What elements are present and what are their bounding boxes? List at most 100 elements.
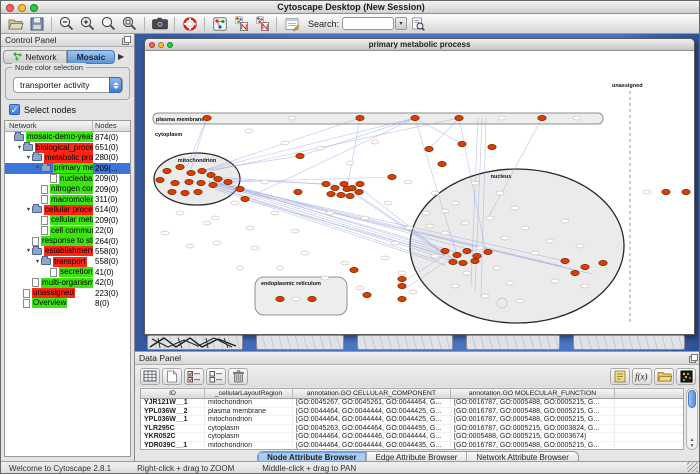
network-node[interactable]: [363, 292, 371, 297]
table-cell[interactable]: [GO:0045267, GO:0045261, GO:0044464, G..…: [293, 399, 451, 407]
float-panel-icon[interactable]: [122, 36, 131, 47]
tab-mosaic[interactable]: Mosaic: [67, 50, 115, 64]
column-header[interactable]: ID: [141, 389, 205, 399]
table-cell[interactable]: [GO:0016787, GO:0005488, GO:0005215, G..…: [451, 416, 615, 424]
table-row[interactable]: YPL036W__2plasma membrane[GO:0044464, GO…: [141, 408, 683, 417]
network-node[interactable]: [168, 189, 176, 194]
network-node[interactable]: [538, 115, 546, 120]
tree-row[interactable]: unassigned223(0): [5, 288, 130, 298]
table-cell[interactable]: YPL036W__2: [141, 408, 205, 416]
tree-row[interactable]: nitrogen compo209(0): [5, 184, 130, 194]
open-session-icon[interactable]: [5, 15, 26, 33]
network-node[interactable]: [425, 146, 433, 151]
network-node[interactable]: [156, 177, 164, 182]
region-plasma-membrane[interactable]: [153, 113, 603, 124]
tree-row[interactable]: ▼primary metabo209(...: [5, 163, 130, 173]
network-node[interactable]: [337, 192, 345, 197]
network-node[interactable]: [682, 189, 690, 194]
help-icon[interactable]: [179, 15, 200, 33]
table-cell[interactable]: [GO:0016787, GO:0005488, GO:0005215, G..…: [451, 399, 615, 407]
network-node[interactable]: [236, 186, 244, 191]
disclosure-triangle-icon[interactable]: ▼: [25, 248, 32, 254]
network-node[interactable]: [214, 176, 222, 181]
table-cell[interactable]: YPL036W__1: [141, 416, 205, 424]
network-node[interactable]: [197, 180, 205, 185]
network-node[interactable]: [185, 179, 193, 184]
tree-row[interactable]: response to stimulu264(0): [5, 236, 130, 246]
network-node[interactable]: [438, 161, 446, 166]
network-node[interactable]: [571, 270, 579, 275]
select-attributes-icon[interactable]: [184, 368, 204, 385]
network-node[interactable]: [471, 258, 479, 263]
network-node[interactable]: [488, 144, 496, 149]
filter-icon[interactable]: [281, 15, 302, 33]
tree-row[interactable]: cellular metabol209(0): [5, 215, 130, 225]
zoom-in-icon[interactable]: [77, 15, 98, 33]
scrollbar-arrows[interactable]: ▲▼: [687, 437, 697, 449]
network-node[interactable]: [455, 115, 463, 120]
delete-attribute-icon[interactable]: [228, 368, 248, 385]
network-node[interactable]: [331, 185, 339, 190]
tree-row[interactable]: Overview8(0): [5, 298, 130, 308]
network-node[interactable]: [441, 248, 449, 253]
tab-overflow-arrow[interactable]: ▶: [118, 52, 124, 61]
background-window-fragment[interactable]: [256, 335, 344, 350]
tab-network[interactable]: Network: [3, 50, 67, 64]
network-node[interactable]: [398, 283, 406, 288]
network-node[interactable]: [449, 259, 457, 264]
table-row[interactable]: YPL036W__1mitochondrion[GO:0044464, GO:0…: [141, 416, 683, 425]
resize-grip[interactable]: [687, 461, 698, 472]
table-cell[interactable]: mitochondrion: [205, 416, 293, 424]
table-cell[interactable]: mitochondrion: [205, 399, 293, 407]
tree-row[interactable]: nucleobase-209(0): [5, 174, 130, 184]
background-window-fragment[interactable]: [573, 335, 685, 350]
zoom-selected-icon[interactable]: [98, 15, 119, 33]
tree-row[interactable]: cell communicat22(0): [5, 226, 130, 236]
table-cell[interactable]: [GO:0016787, GO:0005488, GO:0005215, G..…: [451, 442, 615, 450]
table-cell[interactable]: YKR052C: [141, 433, 205, 441]
disclosure-triangle-icon[interactable]: ▼: [25, 207, 32, 213]
network-node[interactable]: [322, 181, 330, 186]
tree-row[interactable]: ▼establishment of lo558(0): [5, 246, 130, 256]
table-row[interactable]: YKR052Ccytoplasm[GO:0044464, GO:0044446,…: [141, 433, 683, 442]
save-session-icon[interactable]: [26, 15, 47, 33]
network-node[interactable]: [350, 267, 358, 272]
export-image-icon[interactable]: [149, 15, 170, 33]
formula-icon[interactable]: f(x): [632, 368, 652, 385]
network-node[interactable]: [599, 260, 607, 265]
network-node[interactable]: [356, 115, 364, 120]
tree-row[interactable]: macromolecule311(0): [5, 194, 130, 204]
annotation-icon[interactable]: [610, 368, 630, 385]
network-node[interactable]: [209, 182, 217, 187]
network-node[interactable]: [203, 115, 211, 120]
network-node[interactable]: [276, 296, 284, 301]
table-cell[interactable]: [GO:0016787, GO:0005488, GO:0005215, G..…: [451, 408, 615, 416]
network-node[interactable]: [581, 264, 589, 269]
table-cell[interactable]: [GO:0044464, GO:0044444, GO:0044425, G..…: [293, 408, 451, 416]
zoom-fit-icon[interactable]: [119, 15, 140, 33]
network-node[interactable]: [398, 276, 406, 281]
network-view-window[interactable]: primary metabolic process plasma membran…: [144, 38, 695, 335]
column-header[interactable]: _cellularLayoutRegion: [205, 389, 293, 399]
create-attribute-icon[interactable]: [162, 368, 182, 385]
disclosure-triangle-icon[interactable]: ▼: [34, 165, 41, 171]
network-node[interactable]: [484, 249, 492, 254]
network-node[interactable]: [327, 191, 335, 196]
vizmapper-icon[interactable]: [230, 15, 251, 33]
tree-column-nodes[interactable]: Nodes: [92, 121, 130, 131]
tree-row[interactable]: ▼metabolic process280(0): [5, 153, 130, 163]
attribute-table[interactable]: ID_cellularLayoutRegionannotation.GO CEL…: [140, 388, 684, 450]
scrollbar-thumb[interactable]: [688, 390, 696, 408]
import-attributes-icon[interactable]: [654, 368, 674, 385]
table-cell[interactable]: [GO:0044464, GO:0044444, GO:0044435, G..…: [293, 442, 451, 450]
disclosure-triangle-icon[interactable]: ▼: [16, 145, 23, 151]
tree-row[interactable]: ▼transport558(0): [5, 257, 130, 267]
network-edge[interactable]: [202, 118, 415, 171]
network-manager-icon[interactable]: [209, 15, 230, 33]
network-node[interactable]: [198, 168, 206, 173]
disclosure-triangle-icon[interactable]: ▼: [25, 155, 32, 161]
network-node[interactable]: [459, 260, 467, 265]
network-node[interactable]: [224, 179, 232, 184]
tree-row[interactable]: secretion41(0): [5, 267, 130, 277]
table-cell[interactable]: [GO:0045263, GO:0044464, GO:0044455, G..…: [293, 425, 451, 433]
